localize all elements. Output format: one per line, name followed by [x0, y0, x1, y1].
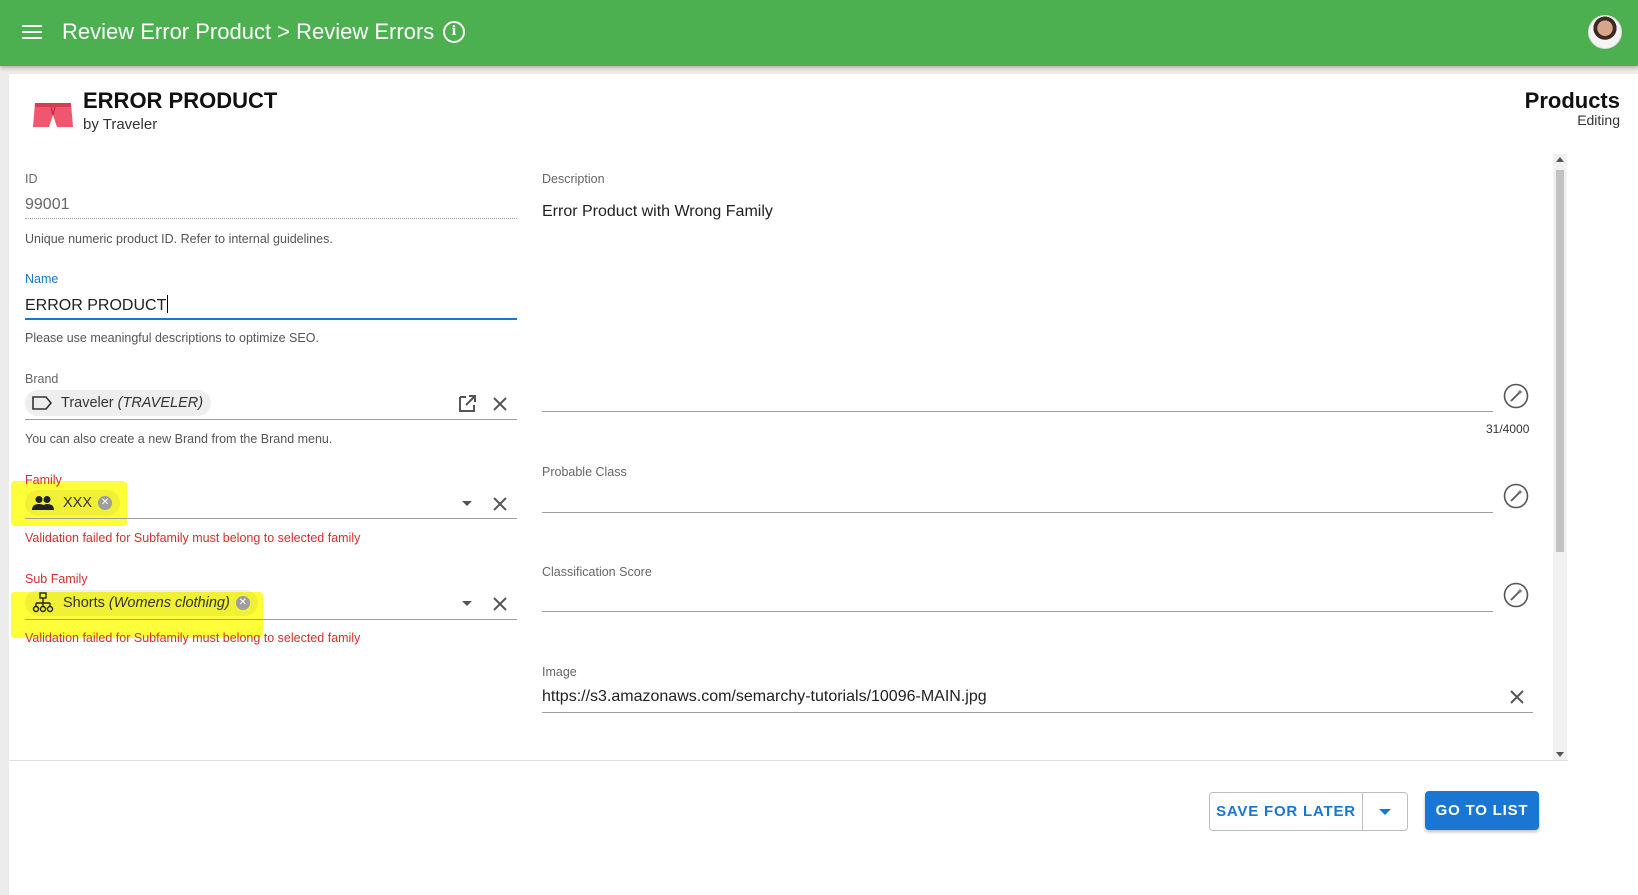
subfamily-chip-code: (Womens clothing) [108, 595, 230, 611]
id-value: 99001 [25, 196, 70, 213]
name-hint: Please use meaningful descriptions to op… [25, 331, 319, 345]
subfamily-underline [25, 619, 517, 620]
subfamily-chip-name: Shorts [63, 595, 105, 611]
scrollbar-thumb[interactable] [1556, 170, 1564, 552]
clear-subfamily-icon[interactable] [488, 592, 512, 616]
footer-divider [9, 760, 1568, 761]
family-chip[interactable]: XXX ✕ [25, 490, 121, 516]
save-for-later-button[interactable]: SAVE FOR LATER [1210, 793, 1363, 830]
name-input-text: ERROR PRODUCT [25, 297, 167, 314]
clear-family-icon[interactable] [488, 492, 512, 516]
go-to-list-button[interactable]: GO TO LIST [1425, 791, 1539, 830]
brand-label: Brand [25, 372, 59, 386]
text-caret [167, 295, 169, 313]
page-title: Review Error Product > Review Errors [62, 19, 435, 44]
brand-chip-name: Traveler [61, 395, 114, 411]
probable-class-underline [542, 512, 1493, 513]
name-label: Name [25, 272, 59, 286]
family-error: Validation failed for Subfamily must bel… [25, 531, 361, 545]
brand-hint: You can also create a new Brand from the… [25, 432, 333, 446]
save-options-dropdown[interactable] [1363, 793, 1407, 830]
mode-label: Editing [1577, 112, 1620, 128]
avatar[interactable] [1588, 15, 1622, 49]
magic-wand-icon[interactable] [1503, 483, 1529, 509]
description-underline [542, 411, 1493, 412]
open-in-new-icon[interactable] [455, 392, 479, 416]
hierarchy-icon [32, 592, 54, 613]
family-label: Family [25, 473, 62, 487]
classification-score-underline [542, 611, 1493, 612]
shorts-product-icon [33, 103, 73, 127]
scroll-down-icon[interactable] [1556, 752, 1564, 757]
brand-chip[interactable]: Traveler (TRAVELER) [25, 390, 212, 416]
brand-underline [25, 419, 517, 420]
name-underline [25, 318, 517, 320]
app-bar: Review Error Product > Review Errors i [0, 0, 1638, 66]
name-input[interactable]: ERROR PRODUCT [25, 295, 169, 315]
scroll-up-icon[interactable] [1556, 157, 1564, 162]
description-counter: 31/4000 [1486, 422, 1530, 436]
subfamily-label: Sub Family [25, 572, 88, 586]
save-for-later-split-button: SAVE FOR LATER [1209, 792, 1408, 831]
id-hint: Unique numeric product ID. Refer to inte… [25, 232, 333, 246]
subfamily-chip[interactable]: Shorts (Womens clothing) ✕ [25, 590, 258, 616]
image-url-input[interactable]: https://s3.amazonaws.com/semarchy-tutori… [542, 688, 987, 706]
info-icon[interactable]: i [443, 21, 465, 43]
subfamily-error: Validation failed for Subfamily must bel… [25, 631, 361, 645]
form-card: ERROR PRODUCT by Traveler Products Editi… [9, 74, 1638, 895]
family-dropdown-icon[interactable] [462, 501, 472, 506]
remove-subfamily-icon[interactable]: ✕ [235, 596, 250, 610]
record-subtitle: by Traveler [83, 116, 158, 133]
description-label: Description [542, 172, 605, 186]
image-label: Image [542, 665, 577, 679]
tag-icon [32, 396, 53, 410]
id-label: ID [25, 172, 38, 186]
classification-score-label: Classification Score [542, 565, 652, 579]
people-icon [32, 496, 54, 510]
description-textarea[interactable]: Error Product with Wrong Family [542, 203, 773, 221]
family-chip-name: XXX [63, 495, 93, 511]
probable-class-label: Probable Class [542, 465, 627, 479]
image-underline [542, 712, 1533, 713]
family-underline [25, 518, 517, 519]
subfamily-dropdown-icon[interactable] [462, 601, 472, 606]
record-title: ERROR PRODUCT [83, 88, 278, 113]
magic-wand-icon[interactable] [1503, 582, 1529, 608]
form-scrollbar[interactable] [1553, 154, 1567, 760]
entity-name: Products [1524, 88, 1620, 113]
magic-wand-icon[interactable] [1503, 383, 1529, 409]
clear-brand-icon[interactable] [488, 392, 512, 416]
brand-chip-code: (TRAVELER) [117, 395, 204, 411]
clear-image-icon[interactable] [1505, 685, 1529, 709]
chevron-down-icon [1379, 809, 1391, 815]
id-underline [25, 218, 517, 219]
menu-icon[interactable] [20, 21, 44, 45]
remove-family-icon[interactable]: ✕ [98, 496, 113, 510]
